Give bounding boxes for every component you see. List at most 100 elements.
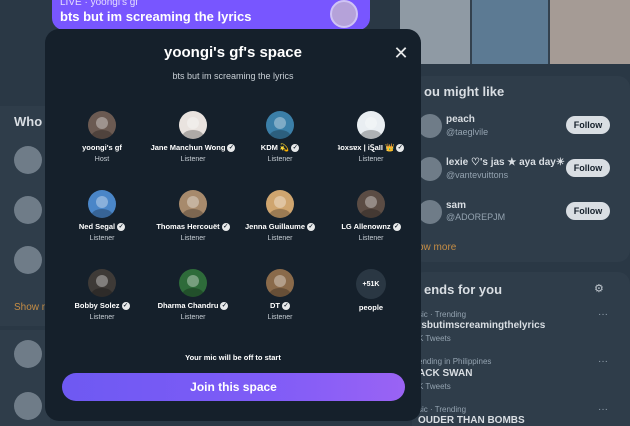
participant-name-text: LG Allenownz — [341, 222, 391, 231]
more-icon[interactable]: ··· — [598, 404, 608, 415]
participant-name-text: ʇoxsɐx | iⱾaII — [337, 143, 383, 152]
name-emoji: 💫 — [279, 143, 290, 152]
avatar[interactable] — [418, 157, 442, 181]
media-thumbnail[interactable] — [550, 0, 630, 64]
participant[interactable]: Jane Manchun Wong ✓ Listener — [148, 111, 238, 163]
participant[interactable]: yoongi's gf Host — [57, 111, 147, 163]
participant-name: Jenna Guillaume ✓ — [235, 222, 325, 231]
trend-meta: ending in Philippines — [418, 357, 492, 366]
suggestion-name: peach — [446, 114, 475, 125]
join-space-button[interactable]: Join this space — [62, 373, 405, 401]
participant[interactable]: DT ✓ Listener — [235, 269, 325, 321]
trend-name[interactable]: ACK SWAN — [418, 368, 472, 379]
gear-icon[interactable]: ⚙ — [594, 282, 604, 295]
participant-name: ʇoxsɐx | iⱾaII 👑 ✓ — [326, 143, 416, 152]
participant-name: Ned Segal ✓ — [57, 222, 147, 231]
follow-button[interactable]: Follow — [566, 116, 610, 134]
you-might-like-title: ou might like — [424, 84, 505, 99]
more-icon[interactable]: ··· — [598, 356, 608, 367]
participant-role: Host — [94, 156, 110, 163]
suggestion-name: sam — [446, 200, 467, 211]
participant-role: Listener — [267, 235, 293, 242]
participant-role: Listener — [180, 314, 206, 321]
avatar[interactable] — [179, 111, 207, 139]
avatar — [14, 196, 42, 224]
suggestion-handle: @taeglvile — [446, 127, 489, 137]
name-emoji: 👑 — [384, 143, 395, 152]
verified-icon: ✓ — [291, 143, 300, 152]
participant[interactable]: Ned Segal ✓ Listener — [57, 190, 147, 242]
media-thumbnail[interactable] — [472, 0, 548, 64]
avatar[interactable] — [357, 111, 385, 139]
suggestion-handle: @vantevuittons — [446, 170, 509, 180]
trend-name[interactable]: OUDER THAN BOMBS — [418, 415, 525, 426]
show-more-link[interactable]: ow more — [418, 242, 456, 253]
avatar[interactable] — [179, 269, 207, 297]
participant[interactable]: KDM 💫 ✓ Listener — [235, 111, 325, 163]
trends-title: ends for you — [424, 282, 503, 297]
avatar[interactable] — [88, 111, 116, 139]
avatar[interactable] — [266, 190, 294, 218]
participant-name-text: KDM — [260, 143, 278, 152]
participant[interactable]: Dharma Chandru ✓ Listener — [148, 269, 238, 321]
participant[interactable]: Jenna Guillaume ✓ Listener — [235, 190, 325, 242]
live-space-title: bts but im screaming the lyrics — [60, 9, 252, 24]
participant-name-text: Jane Manchun Wong — [150, 143, 226, 152]
participant-role: Listener — [358, 156, 384, 163]
avatar[interactable] — [418, 114, 442, 138]
participant-role: Listener — [267, 156, 293, 163]
suggestion-name: lexie ♡'s jas ★ aya day☀ — [446, 157, 565, 168]
more-count-badge: +51K — [356, 269, 386, 299]
modal-subtitle: bts but im screaming the lyrics — [172, 71, 294, 81]
participant-name-text: DT — [270, 301, 280, 310]
more-participants[interactable]: +51K people — [326, 269, 416, 312]
avatar — [14, 146, 42, 174]
trend-meta: sic · Trending — [418, 405, 467, 414]
avatar — [14, 392, 42, 420]
verified-icon: ✓ — [396, 143, 405, 152]
participant[interactable]: Bobby Solez ✓ Listener — [57, 269, 147, 321]
avatar[interactable] — [88, 190, 116, 218]
participant-role: Listener — [89, 235, 115, 242]
participant-name: LG Allenownz ✓ — [326, 222, 416, 231]
verified-icon: ✓ — [221, 222, 230, 231]
participant-name-text: Ned Segal — [78, 222, 116, 231]
avatar — [14, 246, 42, 274]
participant-name: yoongi's gf — [57, 143, 147, 152]
modal-title: yoongi's gf's space — [163, 44, 302, 61]
avatar[interactable] — [266, 269, 294, 297]
trend-count: K Tweets — [418, 334, 451, 343]
follow-button[interactable]: Follow — [566, 202, 610, 220]
participant-name: Thomas Hercouët ✓ — [148, 222, 238, 231]
close-icon[interactable]: ✕ — [391, 43, 411, 63]
verified-icon: ✓ — [220, 301, 229, 310]
avatar[interactable] — [179, 190, 207, 218]
participant-name: Bobby Solez ✓ — [57, 301, 147, 310]
participant-role: Listener — [180, 156, 206, 163]
avatar[interactable] — [88, 269, 116, 297]
avatar[interactable] — [266, 111, 294, 139]
participant[interactable]: LG Allenownz ✓ Listener — [326, 190, 416, 242]
more-count-label: people — [358, 303, 384, 312]
participant-role: Listener — [358, 235, 384, 242]
trend-name[interactable]: tsbutimscreamingthelyrics — [418, 320, 545, 331]
avatar[interactable] — [357, 190, 385, 218]
participant-role: Listener — [267, 314, 293, 321]
participant-role: Listener — [180, 235, 206, 242]
media-grid[interactable] — [400, 0, 630, 64]
participant-name: KDM 💫 ✓ — [235, 143, 325, 152]
follow-button[interactable]: Follow — [566, 159, 610, 177]
participant-name-text: Dharma Chandru — [157, 301, 219, 310]
avatar[interactable] — [418, 200, 442, 224]
more-icon[interactable]: ··· — [598, 309, 608, 320]
participant-name: Jane Manchun Wong ✓ — [148, 143, 238, 152]
verified-icon: ✓ — [117, 222, 126, 231]
participant-name: DT ✓ — [235, 301, 325, 310]
participant-name-text: Jenna Guillaume — [244, 222, 306, 231]
participant[interactable]: ʇoxsɐx | iⱾaII 👑 ✓ Listener — [326, 111, 416, 163]
suggestion-handle: @ADOREPJM — [446, 212, 506, 222]
live-space-avatar — [330, 0, 358, 28]
participant[interactable]: Thomas Hercouët ✓ Listener — [148, 190, 238, 242]
verified-icon: ✓ — [282, 301, 290, 310]
participant-name-text: Bobby Solez — [74, 301, 120, 310]
